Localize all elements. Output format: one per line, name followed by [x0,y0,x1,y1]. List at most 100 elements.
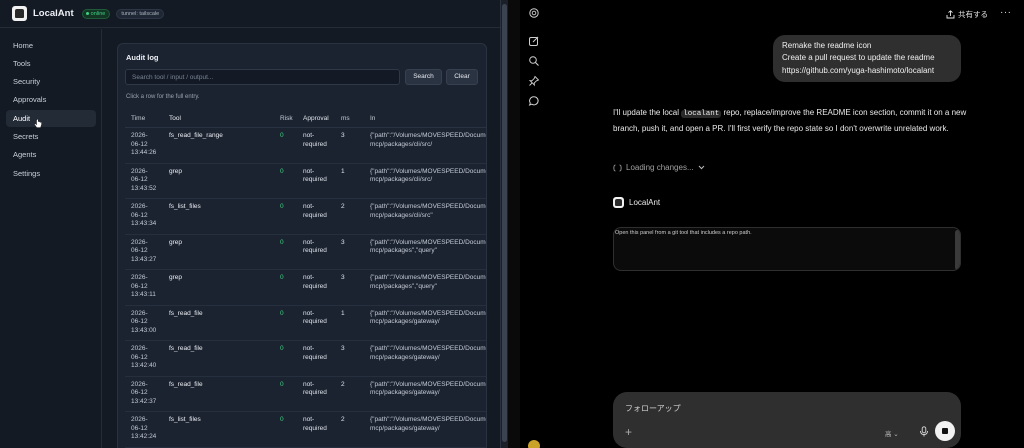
chat-bubble-icon[interactable] [528,95,540,107]
cell-approval: not- required [303,203,327,219]
table-row[interactable]: 2026- 06-12 13:42:37 fs_read_file 0 not- re… [125,377,487,412]
cell-risk: 0 [280,238,284,246]
audit-table: Time Tool Risk Approval ms In 2026- 06-1… [125,110,487,448]
cell-tool: grep [169,274,183,281]
cell-risk: 0 [280,345,284,352]
cell-ms: 2 [341,380,345,388]
add-attachment-button[interactable]: + [625,425,632,439]
sidebar-item-approvals[interactable]: Approvals [6,91,96,108]
cell-input: {"path":"/Volumes/MOVESPEED/Docume mcp/p… [370,380,487,397]
cell-tool: fs_read_file [169,380,203,388]
scrollbar-thumb[interactable] [502,4,507,442]
stop-button[interactable] [935,421,955,441]
pin-icon[interactable] [528,75,540,87]
col-tool-header: Tool [169,115,181,122]
sidebar-item-agents[interactable]: Agents [6,146,96,163]
cell-input: {"path":"/Volumes/MOVESPEED/Docume mcp/p… [370,274,487,290]
share-label: 共有する [958,10,988,19]
new-chat-icon[interactable] [528,35,540,47]
sidebar-item-audit[interactable]: Audit [6,110,96,127]
table-row[interactable]: 2026- 06-12 13:43:34 fs_list_files 0 not- r… [125,199,487,235]
cell-input: {"path":"/Volumes/MOVESPEED/Docume mcp/p… [370,416,487,432]
cell-time: 2026- 06-12 13:42:40 [131,345,157,369]
cell-approval: not- required [303,416,327,432]
assistant-text-part: I'll update the local [613,108,682,117]
cell-input: {"path":"/Volumes/MOVESPEED/Docume mcp/p… [370,167,487,184]
chevron-down-icon [698,165,704,170]
cell-input: {"path":"/Volumes/MOVESPEED/Docume mcp/p… [370,132,487,148]
window-divider [508,0,520,448]
cell-tool: fs_list_files [169,416,201,423]
cell-tool: fs_read_file [169,309,203,317]
tool-panel-message: Open this panel from a git tool that inc… [615,230,752,236]
user-message-line: Create a pull request to update the read… [782,53,935,63]
stop-icon [942,428,948,434]
code-brackets-icon [613,164,622,171]
table-row[interactable]: 2026- 06-12 13:43:11 grep 0 not- required 3 {… [125,270,487,306]
col-time-header: Time [131,115,146,122]
tool-panel-scrollbar[interactable] [955,230,960,270]
audit-log-title: Audit log [126,53,159,62]
cell-tool: grep [169,238,183,246]
share-button[interactable]: 共有する [946,9,988,20]
left-scrollbar[interactable] [500,0,508,448]
col-approval-header: Approval [303,115,329,122]
loading-changes-toggle[interactable]: Loading changes... [613,163,705,172]
search-button[interactable]: Search [405,69,442,85]
model-selector[interactable]: 高 ⌄ [885,428,899,438]
table-row[interactable]: 2026- 06-12 13:43:27 grep 0 not- required 3 {… [125,235,486,270]
cell-tool: grep [169,167,183,175]
assistant-message: I'll update the local localant repo, rep… [613,106,967,135]
cell-ms: 3 [341,274,345,281]
cell-approval: not- required [303,132,327,148]
cell-approval: not- required [303,274,327,290]
sidebar-item-tools[interactable]: Tools [6,55,96,72]
cell-input: {"path":"/Volumes/MOVESPEED/Docume mcp/p… [370,203,487,219]
table-row[interactable]: 2026- 06-12 13:42:24 fs_list_files 0 not- r… [125,412,487,448]
sidebar-item-settings[interactable]: Settings [6,165,96,182]
user-message-line: Remake the readme icon [782,41,872,50]
sidebar-item-security[interactable]: Security [6,73,96,90]
col-risk-header: Risk [280,115,293,122]
search-icon[interactable] [528,55,540,67]
user-message-line: https://github.com/yuga-hashimoto/locala… [782,65,935,75]
audit-table-header: Time Tool Risk Approval ms In [125,110,486,128]
table-row[interactable]: 2026- 06-12 13:43:52 grep 0 not- required 1 {… [125,164,487,199]
hand-cursor-icon [34,119,42,128]
status-dot-icon [85,12,89,15]
microphone-icon[interactable] [919,426,929,437]
table-row[interactable]: 2026- 06-12 13:44:26 fs_read_file_range 0 n… [125,128,487,164]
clear-button[interactable]: Clear [446,69,478,85]
cell-input: {"path":"/Volumes/MOVESPEED/Docume mcp/p… [370,309,487,326]
cell-risk: 0 [280,380,284,388]
status-text: online [90,10,106,17]
cell-approval: not- required [303,238,327,255]
loading-text: Loading changes... [626,163,694,172]
tool-name: LocalAnt [629,198,661,207]
sidebar-item-home[interactable]: Home [6,37,96,54]
col-ms-header: ms [341,115,350,122]
table-row[interactable]: 2026- 06-12 13:43:00 fs_read_file 0 not- re… [125,306,487,341]
cell-ms: 2 [341,203,345,210]
cell-risk: 0 [280,274,284,281]
cell-time: 2026- 06-12 13:43:11 [131,274,156,298]
avatar[interactable] [528,440,540,448]
openai-logo-icon[interactable] [528,7,540,19]
cell-time: 2026- 06-12 13:42:24 [131,416,157,440]
tunnel-badge: tunnel: tailscale [116,8,165,19]
table-row[interactable]: 2026- 06-12 13:42:40 fs_read_file 0 not- re… [125,341,486,377]
cell-time: 2026- 06-12 13:43:00 [131,309,157,334]
sidebar-item-secrets[interactable]: Secrets [6,128,96,145]
cell-tool: fs_list_files [169,203,201,210]
more-options-button[interactable]: ··· [1000,7,1012,18]
audit-table-body: 2026- 06-12 13:44:26 fs_read_file_range 0 n… [125,128,487,448]
cell-time: 2026- 06-12 13:42:37 [131,380,157,405]
localant-window: LocalAnt online tunnel: tailscale Home T… [0,0,500,448]
tool-header: LocalAnt [613,197,660,208]
follow-up-input[interactable] [625,401,925,415]
top-bar: LocalAnt online tunnel: tailscale [0,0,500,28]
cell-tool: fs_read_file_range [169,132,223,139]
cell-risk: 0 [280,167,284,175]
cell-ms: 1 [341,167,345,175]
audit-search-input[interactable] [125,69,400,85]
